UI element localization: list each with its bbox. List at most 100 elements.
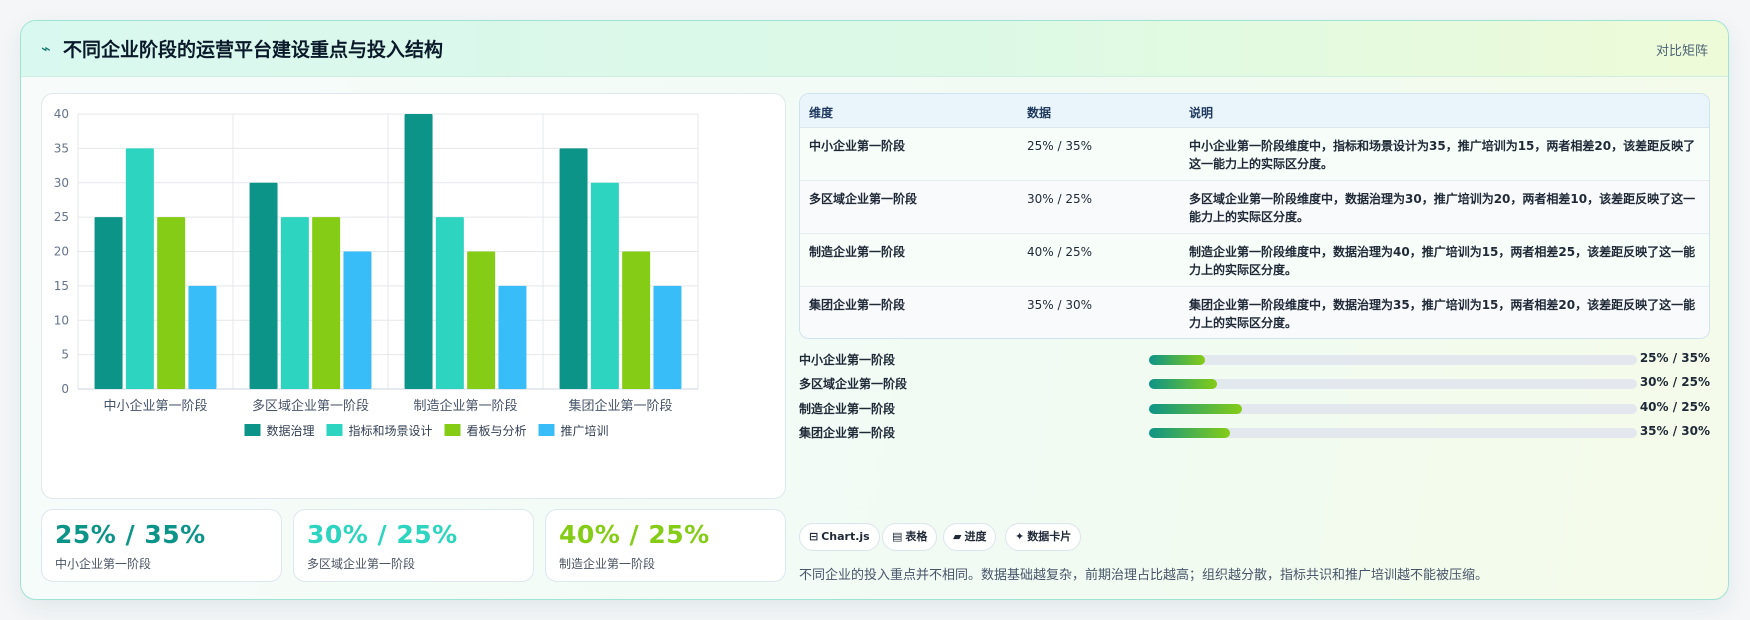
x-tick-label: 多区域企业第一阶段	[252, 398, 369, 414]
bar	[188, 285, 217, 389]
progress-track	[1149, 355, 1637, 365]
chip-label: 数据卡片	[1027, 530, 1072, 543]
kpi-label: 多区域企业第一阶段	[307, 557, 416, 571]
progress-fill	[1149, 379, 1218, 389]
column-header: 说明	[1189, 106, 1214, 120]
progress-label: 多区域企业第一阶段	[799, 377, 908, 391]
progress-row: 制造企业第一阶段 40% / 25%	[799, 400, 1710, 418]
progress-fill	[1149, 404, 1242, 414]
table-row: 中小企业第一阶段 25% / 35% 中小企业第一阶段维度中，指标和场景设计为3…	[800, 128, 1709, 181]
legend-label: 推广培训	[561, 423, 609, 438]
kpi-card: 40% / 25% 制造企业第一阶段	[545, 509, 786, 582]
x-tick-label: 中小企业第一阶段	[103, 398, 207, 414]
table-cell: 中小企业第一阶段维度中，指标和场景设计为35，推广培训为15，两者相差20，该差…	[1189, 139, 1696, 171]
chip-label: Chart.js	[821, 530, 870, 543]
comparison-table: 维度 数据 说明 中小企业第一阶段 25% / 35% 中小企业第一阶段维度中，…	[799, 93, 1710, 339]
progress-row: 多区域企业第一阶段 30% / 25%	[799, 375, 1710, 393]
chip-chartjs[interactable]: ⊟ Chart.js	[799, 523, 880, 551]
table-row: 集团企业第一阶段 35% / 30% 集团企业第一阶段维度中，数据治理为35，推…	[800, 287, 1709, 338]
chip-label: 进度	[964, 530, 987, 543]
progress-track	[1149, 379, 1637, 389]
bar	[343, 251, 372, 389]
table-cell: 制造企业第一阶段	[809, 245, 906, 259]
chip-table[interactable]: ▤ 表格	[882, 523, 938, 551]
bar	[312, 217, 341, 389]
card-header: ⌁ 不同企业阶段的运营平台建设重点与投入结构 对比矩阵	[21, 21, 1728, 77]
x-tick-label: 集团企业第一阶段	[568, 398, 672, 414]
bar	[622, 251, 651, 389]
bar	[280, 217, 309, 389]
y-tick-label: 40	[54, 107, 69, 121]
page-title: 不同企业阶段的运营平台建设重点与投入结构	[63, 39, 444, 61]
kpi-label: 制造企业第一阶段	[559, 557, 656, 571]
table-cell: 制造企业第一阶段维度中，数据治理为40，推广培训为15，两者相差25，该差距反映…	[1189, 245, 1696, 277]
bar	[249, 182, 278, 389]
bar	[590, 182, 619, 389]
bar	[94, 217, 123, 389]
progress-value: 30% / 25%	[1639, 375, 1710, 389]
view-mode-tag[interactable]: 对比矩阵	[1656, 40, 1708, 59]
progress-value: 35% / 30%	[1639, 424, 1710, 438]
progress-fill	[1149, 355, 1206, 365]
table-cell: 多区域企业第一阶段	[809, 192, 918, 206]
y-tick-label: 35	[54, 141, 69, 155]
table-row: 多区域企业第一阶段 30% / 25% 多区域企业第一阶段维度中，数据治理为30…	[800, 181, 1709, 234]
sparkle-icon: ✦	[1015, 530, 1025, 543]
chip-data-card[interactable]: ✦ 数据卡片	[1005, 523, 1082, 551]
progress-label: 中小企业第一阶段	[799, 353, 896, 367]
y-tick-label: 5	[61, 348, 69, 362]
y-tick-label: 0	[61, 382, 69, 396]
progress-value: 25% / 35%	[1639, 351, 1710, 365]
table-header: 维度 数据 说明	[800, 94, 1709, 128]
kpi-value: 30% / 25%	[307, 520, 458, 549]
table-row: 制造企业第一阶段 40% / 25% 制造企业第一阶段维度中，数据治理为40，推…	[800, 234, 1709, 287]
bar	[498, 285, 527, 389]
dashboard-card: ⌁ 不同企业阶段的运营平台建设重点与投入结构 对比矩阵 0 5 10 15 20 25 30…	[20, 20, 1729, 600]
table-cell: 集团企业第一阶段	[809, 298, 906, 312]
progress-track	[1149, 404, 1637, 414]
legend-label: 数据治理	[267, 423, 315, 438]
bar	[653, 285, 682, 389]
column-header: 维度	[809, 106, 834, 120]
table-icon: ▤	[892, 530, 903, 543]
progress-row: 中小企业第一阶段 25% / 35%	[799, 351, 1710, 369]
legend-swatch	[326, 424, 343, 436]
bar	[435, 217, 464, 389]
bolt-icon: ⌁	[41, 39, 51, 58]
table-cell: 35% / 30%	[1027, 298, 1093, 312]
y-tick-label: 25	[54, 210, 69, 224]
legend-swatch	[538, 424, 555, 436]
kpi-card: 30% / 25% 多区域企业第一阶段	[293, 509, 534, 582]
x-tick-label: 制造企业第一阶段	[413, 398, 517, 414]
progress-track	[1149, 428, 1637, 438]
bar-chart-panel: 0 5 10 15 20 25 30 35 40 中小企业第一阶段 多区域企业第一阶段 制造企业第一阶…	[41, 93, 786, 499]
table-cell: 集团企业第一阶段维度中，数据治理为35，推广培训为15，两者相差20，该差距反映…	[1189, 298, 1696, 330]
bar	[559, 148, 588, 389]
progress-value: 40% / 25%	[1639, 400, 1710, 414]
progress-icon: ▰	[953, 530, 962, 543]
bar	[157, 217, 186, 389]
chip-progress[interactable]: ▰ 进度	[943, 523, 997, 551]
column-header: 数据	[1027, 106, 1052, 120]
progress-row: 集团企业第一阶段 35% / 30%	[799, 424, 1710, 442]
legend-label: 看板与分析	[467, 424, 527, 438]
bar-chart: 0 5 10 15 20 25 30 35 40 中小企业第一阶段 多区域企业第一阶段 制造企业第一阶…	[54, 107, 699, 438]
kpi-label: 中小企业第一阶段	[55, 557, 152, 571]
y-tick-label: 20	[54, 245, 69, 259]
progress-label: 制造企业第一阶段	[799, 402, 896, 416]
bar	[404, 114, 433, 389]
table-cell: 40% / 25%	[1027, 245, 1093, 259]
y-tick-label: 10	[54, 313, 69, 327]
progress-label: 集团企业第一阶段	[799, 426, 896, 440]
progress-fill	[1149, 428, 1230, 438]
legend-swatch	[244, 424, 261, 436]
kpi-value: 25% / 35%	[55, 520, 206, 549]
chip-label: 表格	[905, 530, 928, 543]
table-cell: 中小企业第一阶段	[809, 139, 906, 153]
legend-swatch	[444, 424, 461, 436]
table-cell: 30% / 25%	[1027, 192, 1093, 206]
y-tick-label: 30	[54, 176, 69, 190]
chart-icon: ⊟	[809, 530, 819, 543]
bar	[467, 251, 496, 389]
kpi-card: 25% / 35% 中小企业第一阶段	[41, 509, 282, 582]
